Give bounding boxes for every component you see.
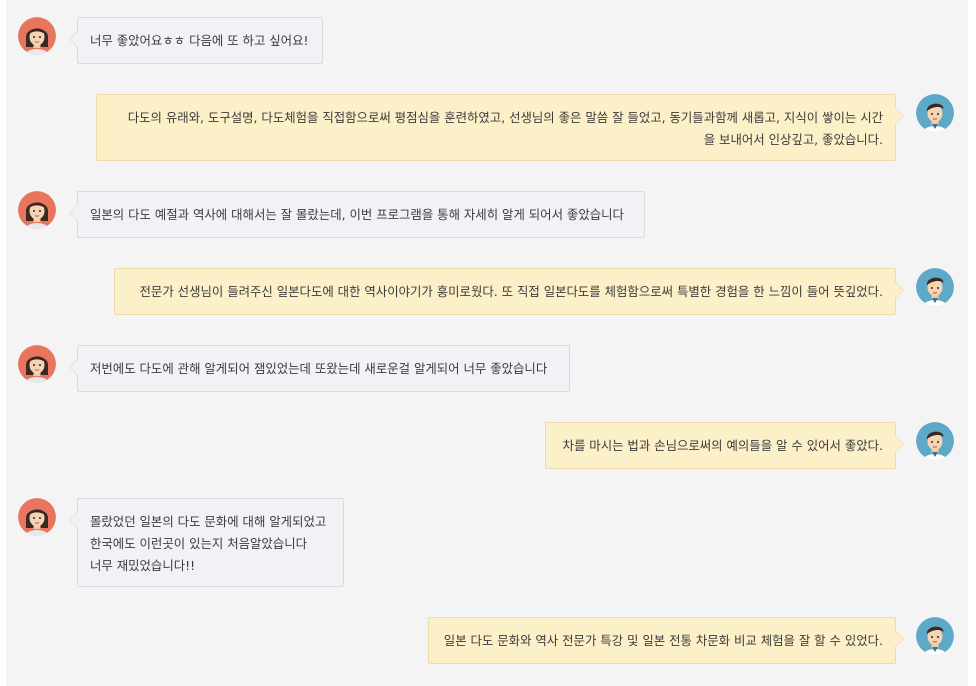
chat-bubble: 차를 마시는 법과 손님으로써의 예의들을 알 수 있어서 좋았다.	[545, 422, 904, 469]
message-text: 차를 마시는 법과 손님으로써의 예의들을 알 수 있어서 좋았다.	[562, 438, 883, 453]
message-text: 한국에도 이런곳이 있는지 처음알았습니다	[90, 536, 308, 551]
chat-message-right: 차를 마시는 법과 손님으로써의 예의들을 알 수 있어서 좋았다.	[545, 422, 954, 469]
chat-message-right: 전문가 선생님이 들려주신 일본다도에 대한 역사이야기가 흥미로웠다. 또 직…	[114, 268, 954, 315]
chat-bubble: 저번에도 다도에 관해 알게되어 잼있었는데 또왔는데 새로운걸 알게되어 너무…	[69, 345, 570, 392]
message-text: 너무 재밌었습니다!!	[90, 558, 196, 573]
chat-bubble: 일본 다도 문화와 역사 전문가 특강 및 일본 전통 차문화 비교 체험을 잘…	[428, 617, 904, 664]
message-text: 전문가 선생님이 들려주신 일본다도에 대한 역사이야기가 흥미로웠다. 또 직…	[139, 284, 883, 299]
chat-message-left: 일본의 다도 예절과 역사에 대해서는 잘 몰랐는데, 이번 프로그램을 통해 …	[18, 191, 645, 238]
message-text: 일본 다도 문화와 역사 전문가 특강 및 일본 전통 차문화 비교 체험을 잘…	[443, 633, 883, 648]
male-avatar-icon	[916, 617, 954, 655]
male-avatar-icon	[916, 422, 954, 460]
chat-message-right: 다도의 유래와, 도구설명, 다도체험을 직접함으로써 평점심을 훈련하였고, …	[96, 94, 954, 161]
message-text: 을 보내어서 인상깊고, 좋았습니다.	[703, 132, 883, 147]
message-text: 몰랐었던 일본의 다도 문화에 대해 알게되었고	[90, 514, 327, 529]
chat-bubble: 다도의 유래와, 도구설명, 다도체험을 직접함으로써 평점심을 훈련하였고, …	[96, 94, 904, 161]
chat-bubble: 일본의 다도 예절과 역사에 대해서는 잘 몰랐는데, 이번 프로그램을 통해 …	[69, 191, 645, 238]
female-avatar-icon	[18, 498, 56, 536]
chat-panel: 너무 좋았어요ㅎㅎ 다음에 또 하고 싶어요! 다도의 유래와, 도구설명, 다…	[6, 0, 968, 686]
female-avatar-icon	[18, 345, 56, 383]
chat-message-left: 저번에도 다도에 관해 알게되어 잼있었는데 또왔는데 새로운걸 알게되어 너무…	[18, 345, 570, 392]
message-text: 저번에도 다도에 관해 알게되어 잼있었는데 또왔는데 새로운걸 알게되어 너무…	[90, 361, 548, 376]
chat-bubble: 너무 좋았어요ㅎㅎ 다음에 또 하고 싶어요!	[69, 17, 323, 64]
chat-bubble: 몰랐었던 일본의 다도 문화에 대해 알게되었고 한국에도 이런곳이 있는지 처…	[69, 498, 344, 587]
message-text: 다도의 유래와, 도구설명, 다도체험을 직접함으로써 평점심을 훈련하였고, …	[127, 110, 883, 125]
chat-bubble: 전문가 선생님이 들려주신 일본다도에 대한 역사이야기가 흥미로웠다. 또 직…	[114, 268, 904, 315]
message-text: 일본의 다도 예절과 역사에 대해서는 잘 몰랐는데, 이번 프로그램을 통해 …	[90, 207, 624, 222]
chat-message-left: 너무 좋았어요ㅎㅎ 다음에 또 하고 싶어요!	[18, 17, 323, 64]
message-text: 너무 좋았어요ㅎㅎ 다음에 또 하고 싶어요!	[90, 33, 309, 48]
male-avatar-icon	[916, 94, 954, 132]
male-avatar-icon	[916, 268, 954, 306]
female-avatar-icon	[18, 191, 56, 229]
chat-message-right: 일본 다도 문화와 역사 전문가 특강 및 일본 전통 차문화 비교 체험을 잘…	[428, 617, 954, 664]
chat-message-left: 몰랐었던 일본의 다도 문화에 대해 알게되었고 한국에도 이런곳이 있는지 처…	[18, 498, 344, 587]
female-avatar-icon	[18, 17, 56, 55]
